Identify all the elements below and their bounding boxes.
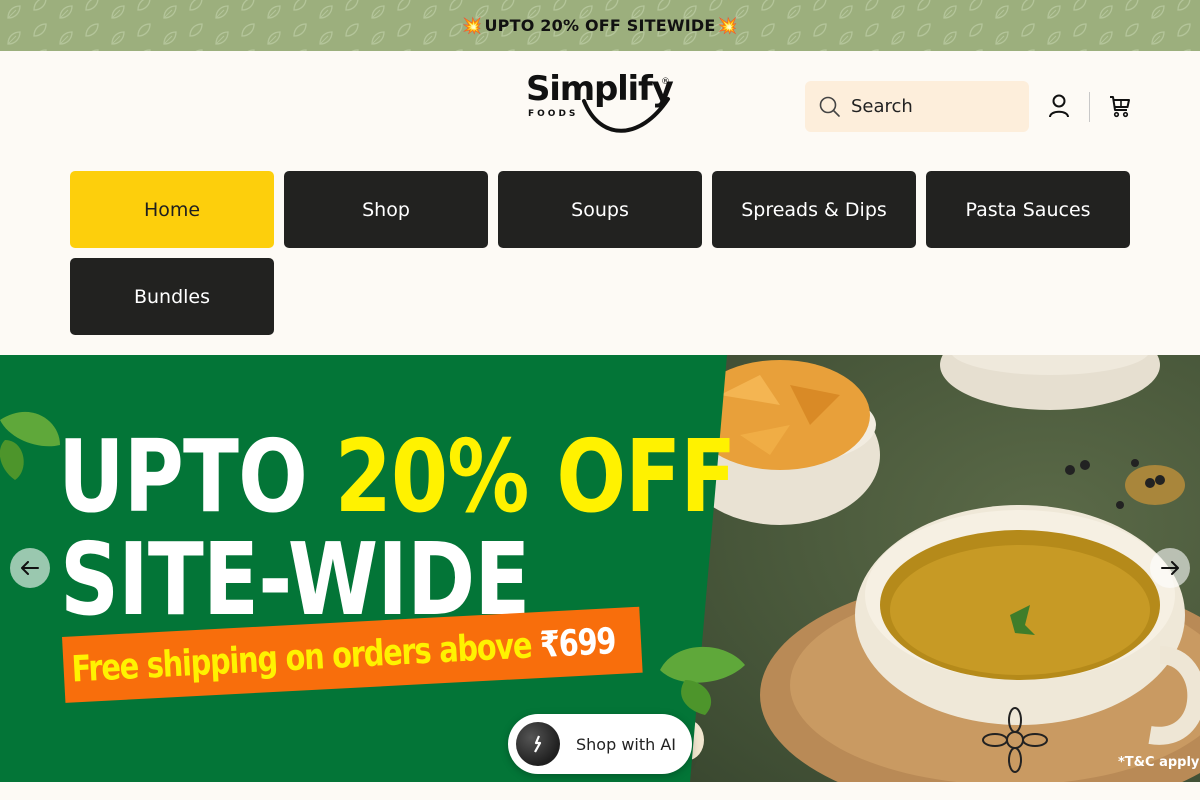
- arrow-left-icon: [21, 561, 39, 575]
- search-box[interactable]: [805, 81, 1029, 132]
- logo-smile-swoosh: [582, 97, 670, 133]
- carousel-prev-button[interactable]: [10, 548, 50, 588]
- announcement-bar: 💥 UPTO 20% OFF SITEWIDE 💥: [0, 0, 1200, 51]
- carousel-next-button[interactable]: [1150, 548, 1190, 588]
- explosion-icon: 💥: [717, 16, 738, 35]
- terms-note: *T&C apply: [1118, 755, 1200, 770]
- nav-soups[interactable]: Soups: [498, 171, 702, 248]
- cart-icon: [1110, 96, 1130, 118]
- nav-shop[interactable]: Shop: [284, 171, 488, 248]
- basil-leaf-decoration: [660, 646, 745, 715]
- cart-button[interactable]: [1107, 93, 1133, 119]
- nav-bundles[interactable]: Bundles: [70, 258, 274, 335]
- logo-registered-mark: ®: [661, 77, 670, 87]
- shop-with-ai-label: Shop with AI: [576, 734, 677, 754]
- nav-pasta-sauces[interactable]: Pasta Sauces: [926, 171, 1130, 248]
- free-shipping-price: ₹699: [538, 620, 617, 666]
- free-shipping-text: Free shipping on orders above: [70, 624, 533, 691]
- hero-headline-line2: SITE-WIDE: [60, 521, 530, 638]
- announcement-text-wrap: 💥 UPTO 20% OFF SITEWIDE 💥: [462, 16, 737, 35]
- search-icon: [819, 96, 840, 117]
- page-bottom-strip: [0, 782, 1200, 800]
- nav-home[interactable]: Home: [70, 171, 274, 248]
- user-icon: [1049, 94, 1069, 118]
- shop-with-ai-button[interactable]: Shop with AI: [508, 714, 692, 774]
- search-input[interactable]: [851, 96, 1011, 117]
- hero-headline-discount: 20% OFF: [334, 418, 737, 535]
- nav-spreads-dips[interactable]: Spreads & Dips: [712, 171, 916, 248]
- ai-avatar: [516, 722, 560, 766]
- header-divider: [1089, 92, 1090, 122]
- hero-headline-upto: UPTO: [58, 418, 308, 535]
- hero-food-photo: [672, 355, 1200, 782]
- simplify-foods-logo[interactable]: Simplify ® FOODS: [522, 69, 682, 145]
- explosion-icon: 💥: [462, 16, 483, 35]
- site-header: Simplify ® FOODS: [0, 51, 1200, 161]
- account-button[interactable]: [1046, 93, 1072, 119]
- sparkle-icon: [534, 735, 542, 753]
- hero-headline-line1: UPTO 20% OFF: [58, 427, 736, 527]
- announcement-text: UPTO 20% OFF SITEWIDE: [484, 16, 716, 35]
- arrow-right-icon: [1161, 561, 1179, 575]
- soup-bowl-illustration: [672, 355, 1200, 782]
